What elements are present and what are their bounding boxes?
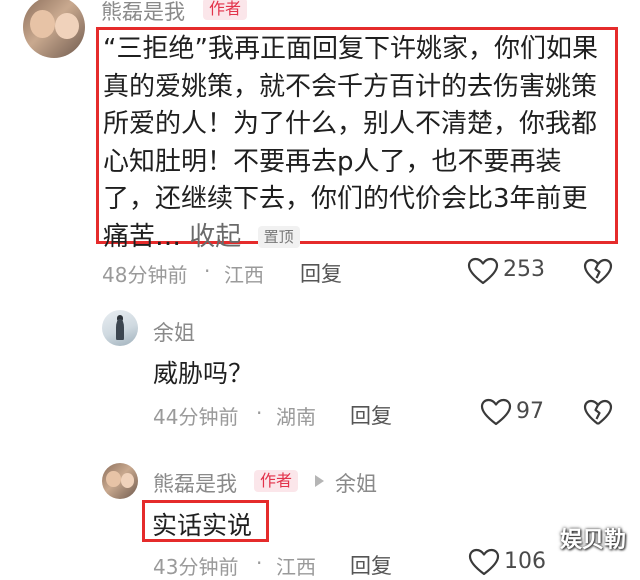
reply-to-username[interactable]: 余姐 [335, 468, 377, 498]
reply-button[interactable]: 回复 [300, 258, 342, 288]
reply-time: 44分钟前 [153, 405, 239, 429]
meta-separator: · [204, 259, 211, 283]
avatar[interactable] [102, 463, 138, 499]
watermark: 娱贝勒 [560, 528, 627, 553]
avatar[interactable] [102, 310, 138, 346]
meta-separator: · [256, 401, 263, 425]
heart-icon[interactable] [468, 548, 500, 576]
comment-body: “三拒绝”我再正面回复下许姚家，你们如果真的爱姚策，就不会千方百计的去伤害姚策所… [103, 34, 598, 252]
comment-time: 48分钟前 [102, 263, 188, 287]
reply-text[interactable]: 实话实说 [152, 506, 252, 542]
reply-arrow-icon [313, 474, 325, 488]
reply-text[interactable]: 威胁吗？ [153, 354, 253, 390]
collapse-link[interactable]: 收起 [189, 222, 241, 252]
author-badge: 作者 [254, 470, 299, 492]
avatar[interactable] [23, 0, 85, 58]
heart-icon[interactable] [467, 257, 499, 285]
pinned-tag: 置顶 [257, 225, 300, 248]
comment-text[interactable]: “三拒绝”我再正面回复下许姚家，你们如果真的爱姚策，就不会千方百计的去伤害姚策所… [103, 31, 611, 256]
broken-heart-icon[interactable] [583, 399, 613, 426]
reply-username[interactable]: 熊磊是我 [153, 468, 237, 498]
reply-location: 湖南 [276, 405, 316, 429]
like-count: 97 [516, 399, 544, 424]
comment-location: 江西 [224, 263, 264, 287]
comment-username[interactable]: 熊磊是我 [101, 0, 185, 26]
author-badge: 作者 [203, 0, 248, 20]
meta-separator: · [256, 551, 263, 575]
broken-heart-icon[interactable] [583, 258, 613, 285]
heart-icon[interactable] [480, 398, 512, 426]
reply-button[interactable]: 回复 [350, 400, 392, 430]
reply-button[interactable]: 回复 [350, 550, 392, 580]
reply-time: 43分钟前 [153, 555, 239, 579]
like-count: 253 [503, 257, 545, 282]
reply-location: 江西 [276, 555, 316, 579]
reply-username[interactable]: 余姐 [153, 317, 195, 347]
